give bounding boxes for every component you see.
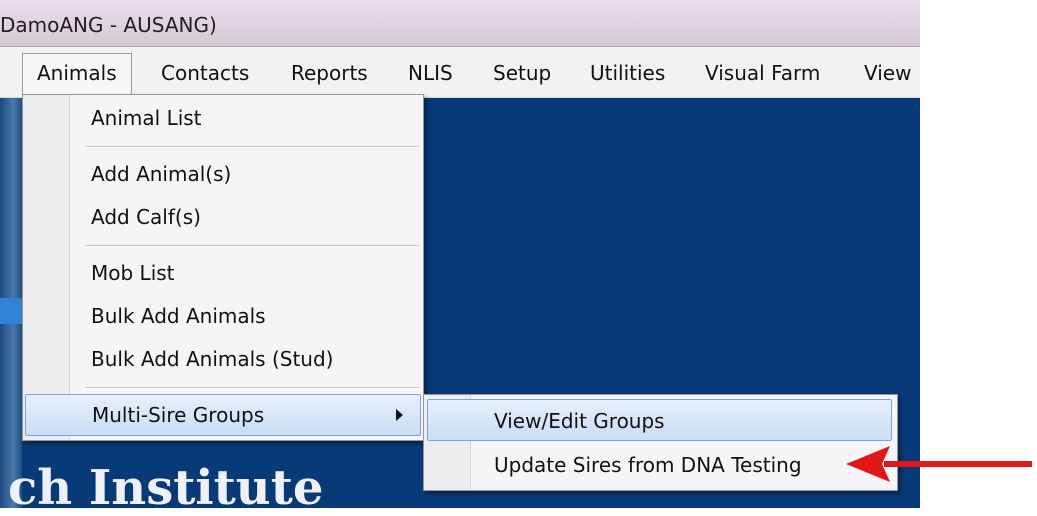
title-bar: DamoANG - AUSANG) <box>0 0 920 47</box>
background-band <box>0 298 22 324</box>
submenu-arrow-icon <box>396 409 403 421</box>
background-image-strip <box>0 98 22 508</box>
menu-item-multi-sire-groups-label: Multi-Sire Groups <box>92 403 265 427</box>
menu-item-mob-list[interactable]: Mob List <box>91 261 175 285</box>
animals-dropdown-menu: Animal List Add Animal(s) Add Calf(s) Mo… <box>22 94 424 441</box>
menu-item-view-edit-groups[interactable]: View/Edit Groups <box>427 399 892 441</box>
menu-separator <box>85 146 419 148</box>
red-arrow-annotation-icon <box>846 446 1032 482</box>
menu-bar: Animals Contacts Reports NLIS Setup Util… <box>0 47 920 98</box>
menu-item-bulk-add-animals-stud[interactable]: Bulk Add Animals (Stud) <box>91 347 333 371</box>
background-banner-text: ch Institute <box>8 460 324 516</box>
menu-view[interactable]: View <box>864 61 911 85</box>
menu-contacts[interactable]: Contacts <box>161 61 249 85</box>
menu-item-bulk-add-animals[interactable]: Bulk Add Animals <box>91 304 266 328</box>
menu-animals[interactable]: Animals <box>22 53 132 95</box>
multi-sire-submenu: View/Edit Groups Update Sires from DNA T… <box>423 394 898 491</box>
menu-visual-farm[interactable]: Visual Farm <box>705 61 820 85</box>
menu-nlis[interactable]: NLIS <box>408 61 453 85</box>
menu-item-update-sires-from-dna-testing[interactable]: Update Sires from DNA Testing <box>494 453 802 477</box>
menu-item-add-calf[interactable]: Add Calf(s) <box>91 205 201 229</box>
menu-item-add-animals[interactable]: Add Animal(s) <box>91 162 231 186</box>
menu-item-animal-list[interactable]: Animal List <box>91 106 202 130</box>
menu-reports[interactable]: Reports <box>291 61 368 85</box>
menu-utilities[interactable]: Utilities <box>590 61 665 85</box>
window-title: DamoANG - AUSANG) <box>0 13 217 37</box>
menu-separator <box>85 245 419 247</box>
menu-icon-column <box>23 95 70 440</box>
menu-item-multi-sire-groups[interactable]: Multi-Sire Groups <box>25 394 421 436</box>
menu-item-view-edit-groups-label: View/Edit Groups <box>494 409 665 433</box>
menu-setup[interactable]: Setup <box>493 61 551 85</box>
menu-separator <box>85 387 419 389</box>
